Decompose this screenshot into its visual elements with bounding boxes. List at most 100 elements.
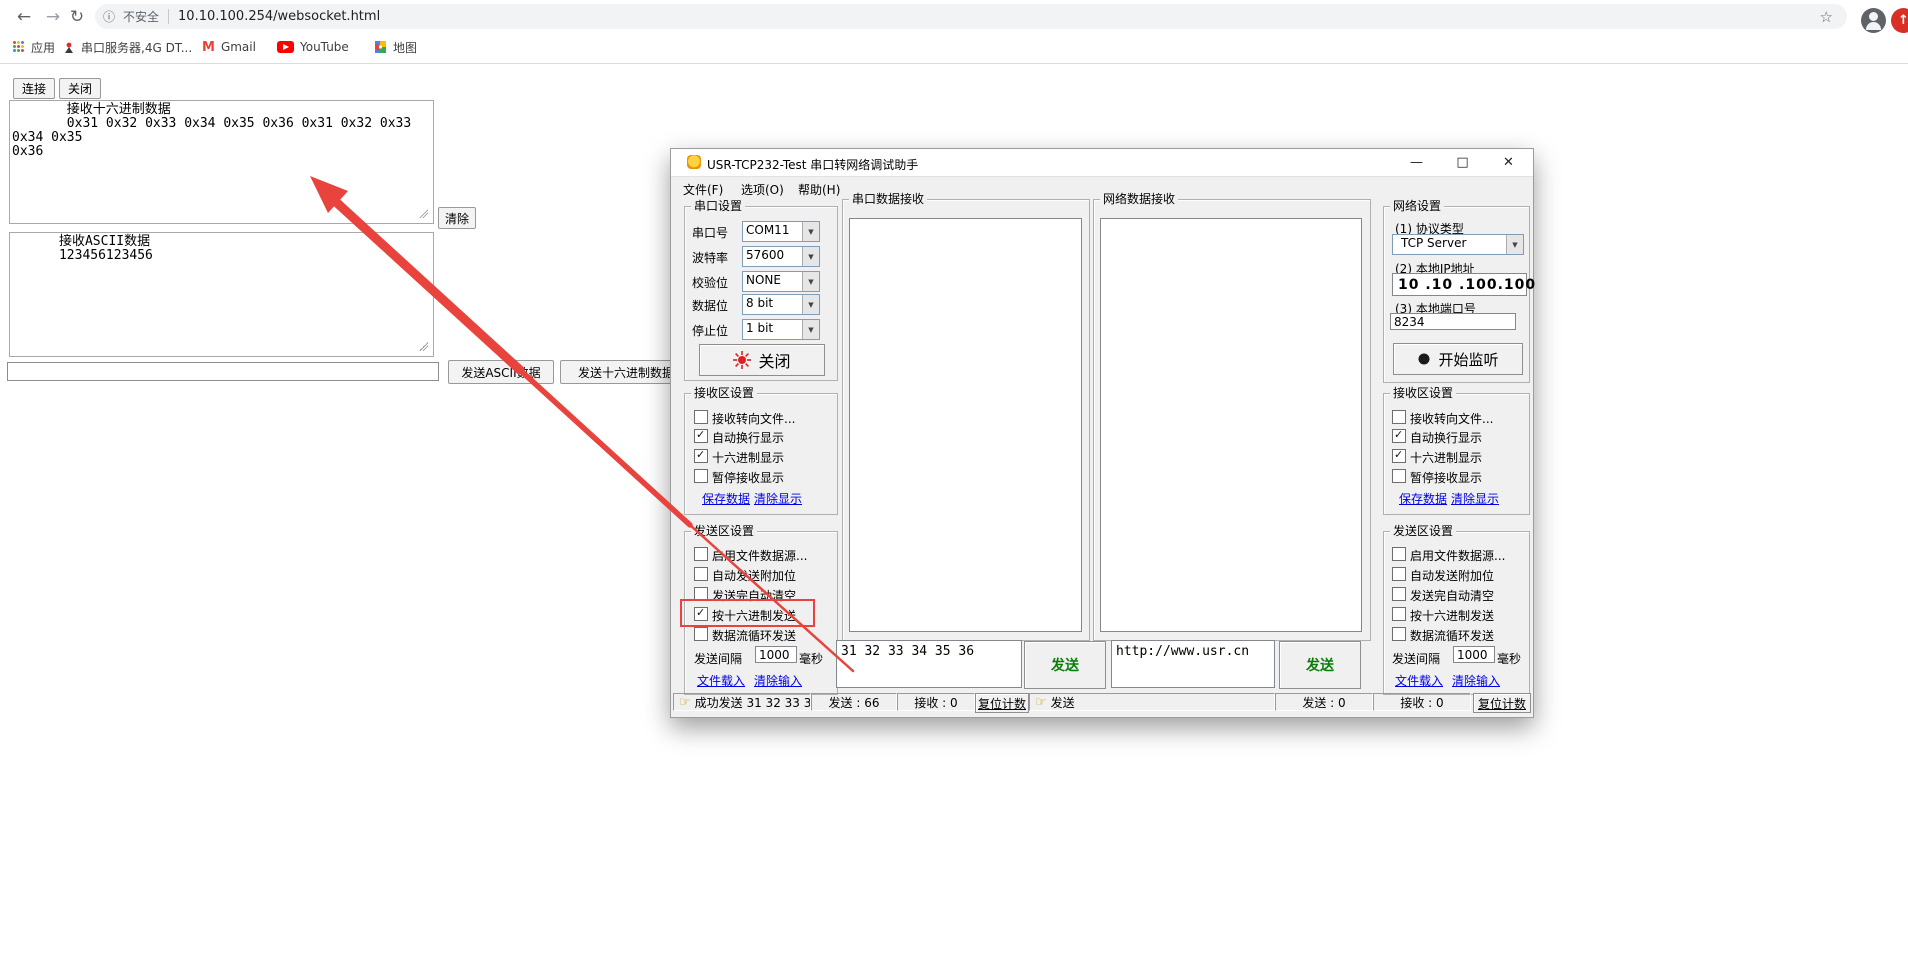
app-icon xyxy=(687,155,701,169)
reset-count-button-network[interactable]: 复位计数 xyxy=(1473,693,1531,713)
local-ip-input[interactable]: 10 .10 .100.100 xyxy=(1392,273,1527,296)
interval-input[interactable] xyxy=(1453,646,1495,663)
start-listen-button[interactable]: 开始监听 xyxy=(1393,343,1523,375)
serial-close-button[interactable]: 关闭 xyxy=(699,344,825,376)
checkbox-recv-to-file[interactable] xyxy=(1392,410,1406,424)
connect-button[interactable]: 连接 xyxy=(13,78,55,99)
group-legend: 串口设置 xyxy=(691,199,745,213)
security-label: 不安全 xyxy=(123,8,159,25)
serial-receive-box[interactable] xyxy=(849,218,1082,632)
window-title: USR-TCP232-Test 串口转网络调试助手 xyxy=(707,156,918,173)
checkbox-auto-append[interactable] xyxy=(1392,567,1406,581)
record-circle-icon xyxy=(1417,352,1431,366)
clear-display-link[interactable]: 清除显示 xyxy=(1451,490,1499,507)
maximize-button[interactable]: □ xyxy=(1440,149,1485,176)
browser-update-icon[interactable]: ↑ xyxy=(1891,8,1908,33)
load-file-link[interactable]: 文件载入 xyxy=(697,672,745,689)
chevron-down-icon[interactable]: ▼ xyxy=(802,247,819,266)
status-text: 发送 xyxy=(1051,694,1075,711)
network-send-button[interactable]: 发送 xyxy=(1279,641,1361,689)
address-bar[interactable]: ⓘ 不安全 10.10.100.254/websocket.html ☆ xyxy=(95,4,1847,29)
ms-label: 毫秒 xyxy=(799,650,823,667)
send-text-input[interactable] xyxy=(7,362,439,381)
pointer-hand-icon: ☞ xyxy=(679,695,691,710)
bookmark-star-icon[interactable]: ☆ xyxy=(1820,8,1833,26)
youtube-icon xyxy=(277,41,294,53)
checkbox-loop-send[interactable] xyxy=(694,627,708,641)
protocol-type-select[interactable]: TCP Server ▼ xyxy=(1392,234,1524,255)
bookmark-label: YouTube xyxy=(300,40,349,54)
parity-select[interactable]: NONE ▼ xyxy=(742,271,820,292)
menu-help[interactable]: 帮助(H) xyxy=(798,181,840,198)
checkbox-file-source[interactable] xyxy=(694,547,708,561)
checkbox-clear-after-send[interactable] xyxy=(694,587,708,601)
bookmark-youtube[interactable]: YouTube xyxy=(277,39,349,55)
minimize-button[interactable]: — xyxy=(1394,149,1439,176)
select-value: NONE xyxy=(743,272,802,291)
profile-avatar[interactable] xyxy=(1861,8,1886,33)
reload-icon[interactable]: ↻ xyxy=(66,6,88,28)
stop-bits-select[interactable]: 1 bit ▼ xyxy=(742,319,820,340)
ascii-receive-textarea[interactable]: 接收ASCII数据 123456123456 xyxy=(9,232,434,357)
chevron-down-icon[interactable]: ▼ xyxy=(802,320,819,339)
checkbox-recv-to-file[interactable] xyxy=(694,410,708,424)
chevron-down-icon[interactable]: ▼ xyxy=(802,272,819,291)
clear-input-link[interactable]: 清除输入 xyxy=(754,672,802,689)
checkbox-pause-recv[interactable] xyxy=(694,469,708,483)
close-button[interactable]: 关闭 xyxy=(59,78,101,99)
forward-icon[interactable]: → xyxy=(42,6,64,28)
chevron-down-icon[interactable]: ▼ xyxy=(802,222,819,241)
textarea-resize-handle[interactable] xyxy=(419,342,428,351)
bookmark-gmail[interactable]: M Gmail xyxy=(202,39,256,55)
checkbox-auto-append[interactable] xyxy=(694,567,708,581)
baud-rate-label: 波特率 xyxy=(692,249,728,266)
window-titlebar[interactable]: USR-TCP232-Test 串口转网络调试助手 — □ ✕ xyxy=(671,149,1533,176)
clear-display-link[interactable]: 清除显示 xyxy=(754,490,802,507)
hex-receive-textarea[interactable]: 接收十六进制数据 0x31 0x32 0x33 0x34 0x35 0x36 0… xyxy=(9,100,434,224)
serial-send-button[interactable]: 发送 xyxy=(1024,641,1106,689)
checkbox-label: 按十六进制发送 xyxy=(712,607,796,624)
clear-button[interactable]: 清除 xyxy=(438,207,476,229)
checkbox-clear-after-send[interactable] xyxy=(1392,587,1406,601)
send-ascii-button[interactable]: 发送ASCII数据 xyxy=(448,360,554,384)
checkbox-loop-send[interactable] xyxy=(1392,627,1406,641)
chevron-down-icon[interactable]: ▼ xyxy=(802,295,819,314)
save-data-link[interactable]: 保存数据 xyxy=(702,490,750,507)
info-icon: ⓘ xyxy=(103,8,115,25)
bookmark-apps[interactable]: 应用 xyxy=(13,39,55,55)
bookmark-maps[interactable]: 地图 xyxy=(374,39,417,55)
chevron-down-icon[interactable]: ▼ xyxy=(1506,235,1523,254)
checkbox-label: 发送完自动清空 xyxy=(1410,587,1494,604)
close-window-button[interactable]: ✕ xyxy=(1486,149,1531,176)
baud-rate-select[interactable]: 57600 ▼ xyxy=(742,246,820,267)
bookmarks-bar-divider xyxy=(0,63,1908,64)
checkbox-auto-wrap[interactable] xyxy=(694,429,708,443)
interval-input[interactable] xyxy=(755,646,797,663)
checkbox-auto-wrap[interactable] xyxy=(1392,429,1406,443)
load-file-link[interactable]: 文件载入 xyxy=(1395,672,1443,689)
checkbox-hex-display[interactable] xyxy=(694,449,708,463)
reset-count-button-serial[interactable]: 复位计数 xyxy=(975,693,1029,713)
back-icon[interactable]: ← xyxy=(13,6,35,28)
checkbox-file-source[interactable] xyxy=(1392,547,1406,561)
clear-input-link[interactable]: 清除输入 xyxy=(1452,672,1500,689)
checkbox-label: 暂停接收显示 xyxy=(1410,469,1482,486)
menu-file[interactable]: 文件(F) xyxy=(683,181,723,198)
serial-send-input[interactable]: 31 32 33 34 35 36 xyxy=(836,640,1022,688)
menu-options[interactable]: 选项(O) xyxy=(741,181,784,198)
textarea-resize-handle[interactable] xyxy=(419,209,428,218)
checkbox-hex-display[interactable] xyxy=(1392,449,1406,463)
save-data-link[interactable]: 保存数据 xyxy=(1399,490,1447,507)
status-serial-sent-count: 发送 : 66 xyxy=(811,693,897,711)
stop-bits-label: 停止位 xyxy=(692,322,728,339)
checkbox-send-as-hex[interactable] xyxy=(694,607,708,621)
data-bits-select[interactable]: 8 bit ▼ xyxy=(742,294,820,315)
network-send-input[interactable]: http://www.usr.cn xyxy=(1111,640,1275,688)
network-receive-box[interactable] xyxy=(1100,218,1362,632)
bookmark-serial-server[interactable]: 串口服务器,4G DT... xyxy=(63,39,192,55)
com-port-select[interactable]: COM11 ▼ xyxy=(742,221,820,242)
local-port-input[interactable] xyxy=(1390,313,1516,330)
checkbox-pause-recv[interactable] xyxy=(1392,469,1406,483)
checkbox-send-as-hex[interactable] xyxy=(1392,607,1406,621)
address-divider xyxy=(168,9,169,24)
